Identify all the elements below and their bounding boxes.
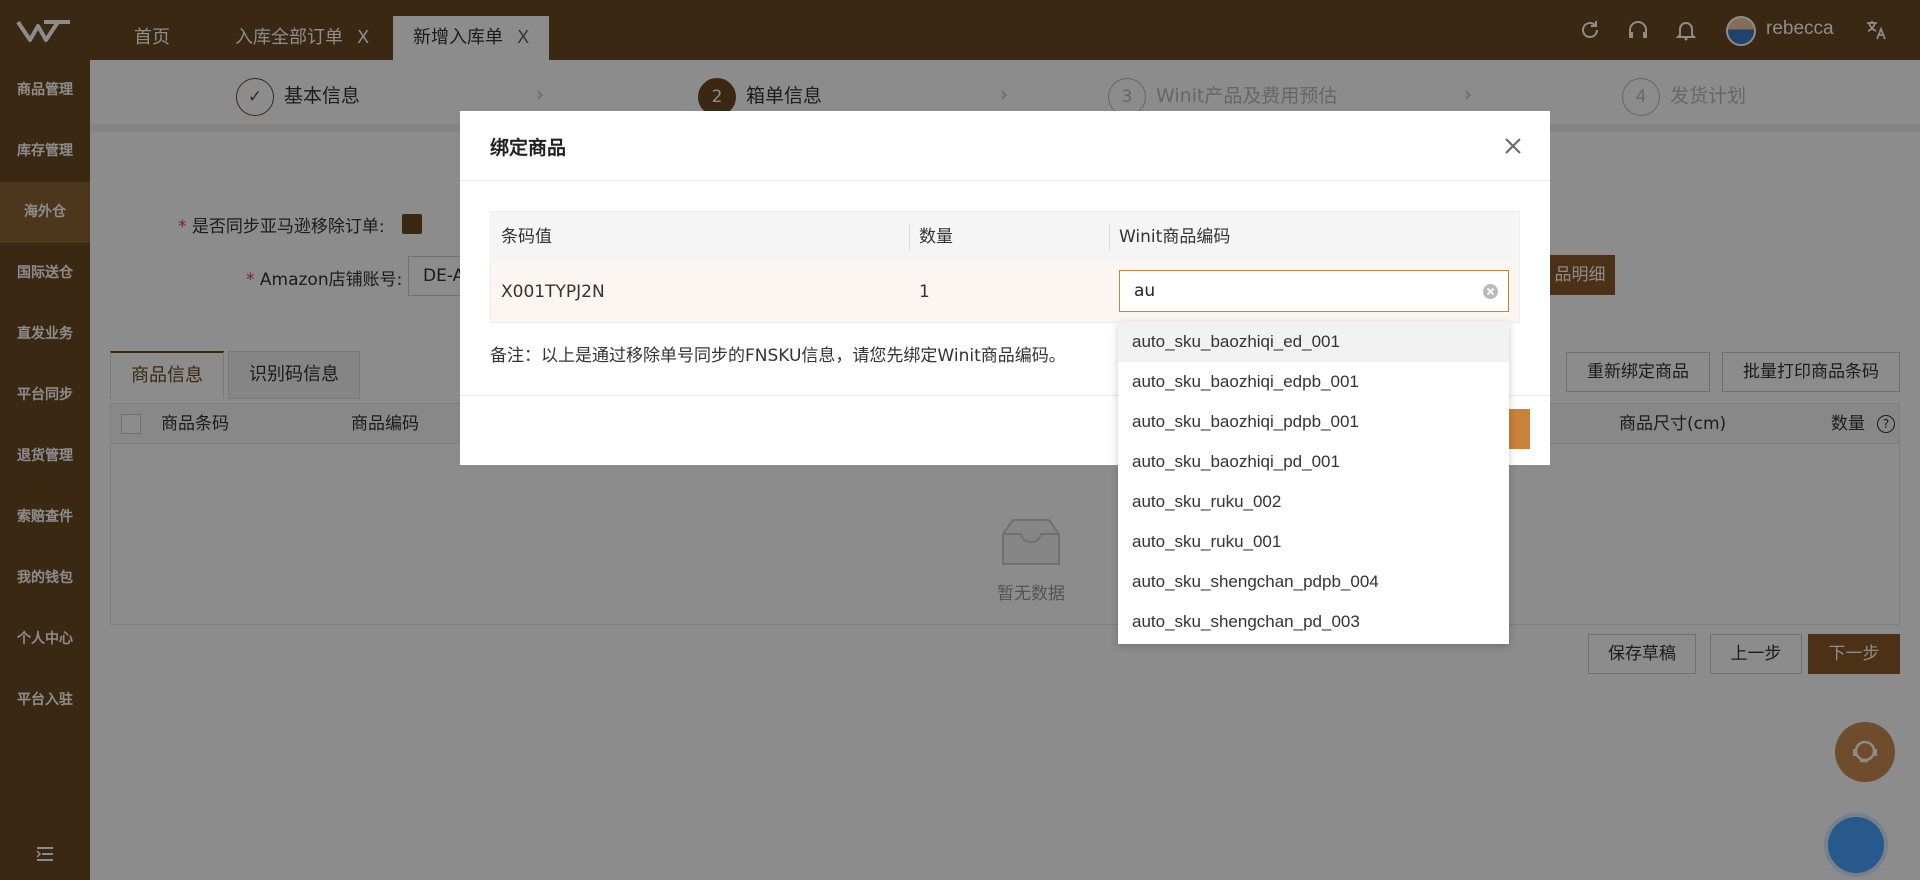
quantity-cell: 1 bbox=[919, 282, 930, 302]
table-row: X001TYPJ2N 1 au bbox=[491, 262, 1519, 322]
column-header: 数量 bbox=[919, 227, 953, 247]
dialog-title: 绑定商品 bbox=[490, 137, 567, 159]
dialog-note: 备注：以上是通过移除单号同步的FNSKU信息，请您先绑定Winit商品编码。 bbox=[490, 346, 1066, 366]
close-icon[interactable] bbox=[1503, 136, 1523, 156]
sku-option[interactable]: auto_sku_shengchan_pd_003 bbox=[1118, 602, 1509, 642]
barcode-cell: X001TYPJ2N bbox=[501, 282, 605, 302]
sku-option[interactable]: auto_sku_baozhiqi_ed_001 bbox=[1118, 322, 1509, 362]
divider bbox=[460, 180, 1550, 181]
sku-option[interactable]: auto_sku_baozhiqi_edpb_001 bbox=[1118, 362, 1509, 402]
column-header: Winit商品编码 bbox=[1119, 227, 1231, 247]
bind-table: 条码值 数量 Winit商品编码 X001TYPJ2N 1 au bbox=[490, 211, 1520, 323]
sku-option[interactable]: auto_sku_shengchan_pdpb_004 bbox=[1118, 562, 1509, 602]
sku-option[interactable]: auto_sku_ruku_001 bbox=[1118, 522, 1509, 562]
table-header: 条码值 数量 Winit商品编码 bbox=[491, 212, 1519, 262]
sku-option[interactable]: auto_sku_baozhiqi_pdpb_001 bbox=[1118, 402, 1509, 442]
sku-option[interactable]: auto_sku_baozhiqi_pd_001 bbox=[1118, 442, 1509, 482]
sku-option[interactable]: auto_sku_ruku_002 bbox=[1118, 482, 1509, 522]
column-header: 条码值 bbox=[501, 227, 552, 247]
sku-suggestion-dropdown: auto_sku_baozhiqi_ed_001 auto_sku_baozhi… bbox=[1118, 322, 1509, 644]
winit-sku-input[interactable]: au bbox=[1119, 270, 1509, 312]
clear-icon[interactable] bbox=[1482, 283, 1499, 300]
